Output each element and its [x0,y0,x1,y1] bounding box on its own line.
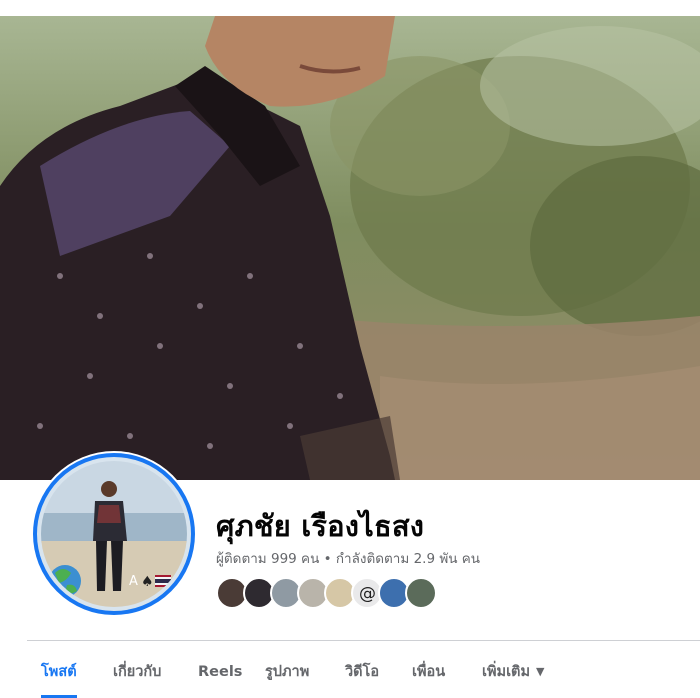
tab-reels[interactable]: Reels [198,650,242,694]
svg-text:♠: ♠ [141,574,154,590]
cover-photo[interactable] [0,16,700,480]
tabs-divider [27,640,700,641]
caret-down-icon: ▼ [536,665,545,678]
svg-text:A: A [129,574,138,589]
top-strip [0,0,700,16]
following-count[interactable]: กำลังติดตาม 2.9 พัน คน [336,551,480,567]
tab-more-label: เพิ่มเติม [482,664,531,680]
profile-name: ศุภชัย เรืองไธสง [216,509,425,543]
profile-picture-ring: A ♠ [33,453,195,615]
tab-photos[interactable]: รูปภาพ [265,650,309,694]
profile-photo: A ♠ [41,461,187,607]
tab-about[interactable]: เกี่ยวกับ [113,650,161,694]
svg-text:@: @ [359,584,376,604]
followers-count[interactable]: ผู้ติดตาม 999 คน [216,551,319,567]
tab-videos[interactable]: วิดีโอ [345,650,379,694]
tab-more[interactable]: เพิ่มเติม ▼ [482,650,544,694]
friend-avatar[interactable] [405,577,437,609]
follow-stats: ผู้ติดตาม 999 คน • กำลังติดตาม 2.9 พัน ค… [216,547,480,569]
tab-friends[interactable]: เพื่อน [412,650,445,694]
tab-posts[interactable]: โพสต์ [41,650,77,698]
profile-picture[interactable]: A ♠ [31,451,197,617]
stats-separator: • [323,551,332,567]
